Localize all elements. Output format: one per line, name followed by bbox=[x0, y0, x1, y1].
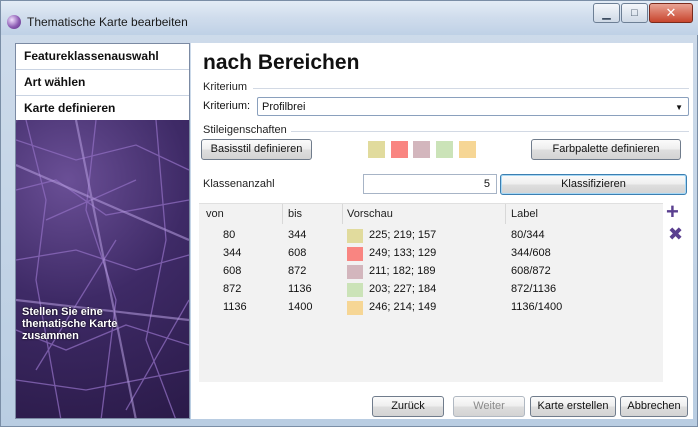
column-separator bbox=[342, 204, 343, 224]
table-row[interactable]: 344 608 249; 133; 129 344/608 bbox=[199, 246, 663, 262]
palette-swatch bbox=[436, 141, 453, 158]
classify-button[interactable]: Klassifizieren bbox=[500, 174, 687, 195]
base-style-button[interactable]: Basisstil definieren bbox=[201, 139, 312, 160]
classes-table[interactable]: von bis Vorschau Label 80 344 225; 219; … bbox=[199, 203, 663, 382]
cell-bis: 872 bbox=[288, 265, 307, 277]
table-row[interactable]: 1136 1400 246; 214; 149 1136/1400 bbox=[199, 300, 663, 316]
cancel-button[interactable]: Abbrechen bbox=[620, 396, 688, 417]
sidebar-description: Stellen Sie eine thematische Karte zusam… bbox=[22, 306, 118, 342]
cell-label: 872/1136 bbox=[511, 283, 557, 295]
class-count-label: Klassenanzahl bbox=[203, 178, 275, 190]
create-map-button[interactable]: Karte erstellen bbox=[530, 396, 616, 417]
cell-bis: 1136 bbox=[288, 283, 312, 295]
column-header-vorschau[interactable]: Vorschau bbox=[347, 208, 393, 220]
palette-swatch bbox=[413, 141, 430, 158]
next-button[interactable]: Weiter bbox=[453, 396, 525, 417]
cell-von: 608 bbox=[223, 265, 242, 277]
title-bar: Thematische Karte bearbeiten ▁ □ ✕ bbox=[1, 1, 698, 35]
color-chip bbox=[347, 247, 363, 261]
criterion-select[interactable]: Profilbrei ▼ bbox=[257, 97, 689, 116]
cell-bis: 344 bbox=[288, 229, 307, 241]
column-separator bbox=[282, 204, 283, 224]
cell-vorschau: 249; 133; 129 bbox=[369, 247, 437, 259]
cell-vorschau: 211; 182; 189 bbox=[369, 265, 436, 277]
palette-swatch bbox=[391, 141, 408, 158]
decorative-map-image: Stellen Sie eine thematische Karte zusam… bbox=[16, 120, 189, 418]
maximize-button[interactable]: □ bbox=[621, 3, 648, 23]
cell-vorschau: 246; 214; 149 bbox=[369, 301, 437, 313]
column-separator bbox=[505, 204, 506, 224]
cell-label: 80/344 bbox=[511, 229, 545, 241]
dialog-window: Thematische Karte bearbeiten ▁ □ ✕ Featu… bbox=[0, 0, 698, 427]
cell-label: 344/608 bbox=[511, 247, 551, 259]
cell-bis: 1400 bbox=[288, 301, 313, 313]
page-title: nach Bereichen bbox=[203, 51, 360, 74]
column-header-label[interactable]: Label bbox=[511, 208, 538, 220]
color-chip bbox=[347, 301, 363, 315]
sidebar-item-featureklassenauswahl[interactable]: Featureklassenauswahl bbox=[16, 44, 189, 70]
wizard-sidebar: Featureklassenauswahl Art wählen Karte d… bbox=[15, 43, 190, 419]
add-class-button[interactable]: + bbox=[666, 199, 679, 225]
palette-swatch bbox=[459, 141, 476, 158]
color-chip bbox=[347, 229, 363, 243]
cell-von: 872 bbox=[223, 283, 242, 295]
style-group-divider bbox=[291, 131, 689, 132]
cell-vorschau: 225; 219; 157 bbox=[369, 229, 437, 241]
column-header-bis[interactable]: bis bbox=[288, 208, 302, 220]
app-icon bbox=[7, 15, 21, 29]
wizard-footer: Zurück Weiter Karte erstellen Abbrechen bbox=[191, 391, 693, 419]
cell-von: 344 bbox=[223, 247, 242, 259]
remove-class-button[interactable]: ✖ bbox=[668, 224, 683, 245]
back-button[interactable]: Zurück bbox=[372, 396, 444, 417]
define-palette-button[interactable]: Farbpalette definieren bbox=[531, 139, 681, 160]
criterion-group-label: Kriterium bbox=[203, 81, 248, 93]
minimize-button[interactable]: ▁ bbox=[593, 3, 620, 23]
cell-von: 80 bbox=[223, 229, 236, 241]
cell-von: 1136 bbox=[223, 301, 247, 313]
color-chip bbox=[347, 283, 363, 297]
cell-label: 1136/1400 bbox=[511, 301, 563, 313]
window-controls: ▁ □ ✕ bbox=[592, 3, 693, 25]
main-content: nach Bereichen Kriterium Kriterium: Prof… bbox=[191, 43, 693, 419]
table-row[interactable]: 80 344 225; 219; 157 80/344 bbox=[199, 228, 663, 244]
cell-label: 608/872 bbox=[511, 265, 551, 277]
criterion-select-value: Profilbrei bbox=[262, 101, 306, 113]
criterion-field-label: Kriterium: bbox=[203, 100, 251, 112]
plus-icon: + bbox=[666, 199, 679, 224]
sidebar-item-karte-definieren[interactable]: Karte definieren bbox=[16, 96, 189, 123]
style-group-label: Stileigenschaften bbox=[203, 124, 287, 136]
criterion-group-divider bbox=[253, 88, 689, 89]
class-count-input[interactable]: 5 bbox=[363, 174, 497, 194]
color-chip bbox=[347, 265, 363, 279]
cell-vorschau: 203; 227; 184 bbox=[369, 283, 437, 295]
palette-swatch bbox=[368, 141, 385, 158]
cell-bis: 608 bbox=[288, 247, 307, 259]
map-streets-graphic bbox=[16, 120, 189, 418]
column-header-von[interactable]: von bbox=[206, 208, 224, 220]
close-icon: ✕ bbox=[665, 5, 677, 20]
minimize-icon: ▁ bbox=[602, 7, 611, 20]
chevron-down-icon: ▼ bbox=[675, 103, 683, 112]
x-icon: ✖ bbox=[668, 224, 684, 244]
close-button[interactable]: ✕ bbox=[649, 3, 693, 23]
table-row[interactable]: 872 1136 203; 227; 184 872/1136 bbox=[199, 282, 663, 298]
table-row[interactable]: 608 872 211; 182; 189 608/872 bbox=[199, 264, 663, 280]
criterion-row: Kriterium: Profilbrei ▼ bbox=[201, 96, 689, 116]
window-title: Thematische Karte bearbeiten bbox=[27, 15, 188, 29]
maximize-icon: □ bbox=[631, 7, 638, 19]
sidebar-item-art-waehlen[interactable]: Art wählen bbox=[16, 70, 189, 96]
